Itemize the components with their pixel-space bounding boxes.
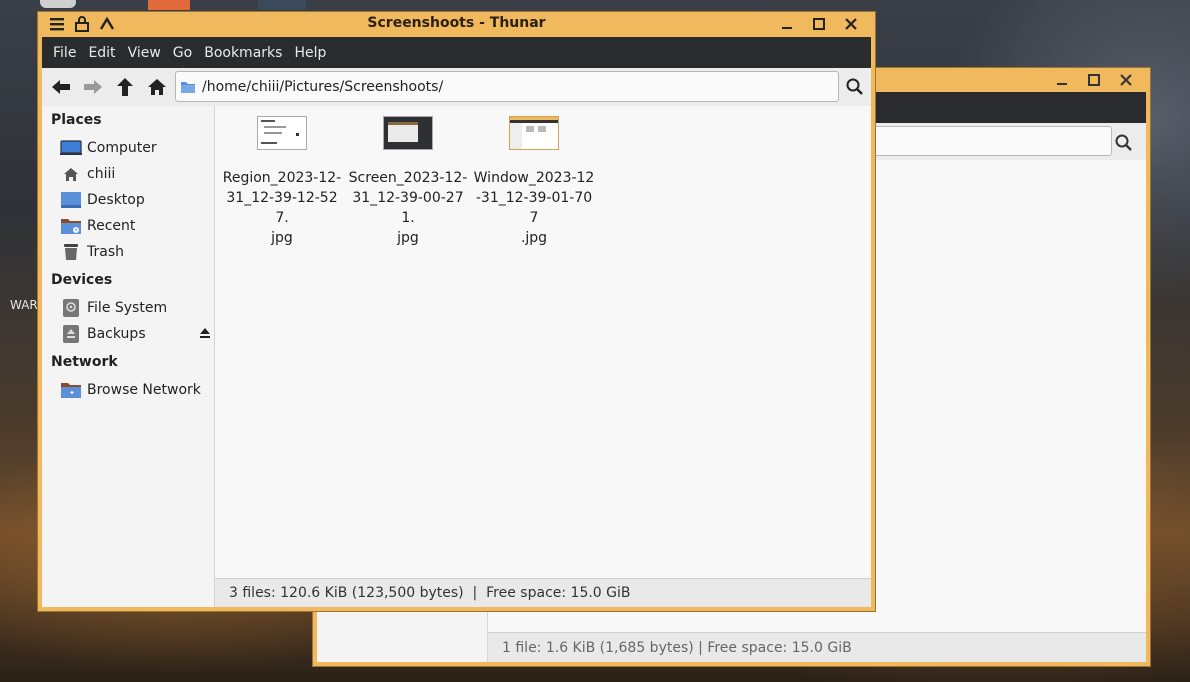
minimize-icon bbox=[782, 27, 792, 29]
menu-help[interactable]: Help bbox=[289, 45, 331, 61]
network-folder-icon bbox=[58, 382, 84, 399]
sidebar-item-browse-network[interactable]: Browse Network bbox=[42, 378, 214, 402]
minimize-button[interactable] bbox=[777, 15, 797, 33]
search-icon bbox=[1115, 134, 1132, 151]
menu-view[interactable]: View bbox=[123, 45, 166, 61]
home-icon bbox=[148, 79, 166, 95]
search-icon bbox=[846, 78, 863, 95]
menu-go[interactable]: Go bbox=[168, 45, 197, 61]
sidebar-item-desktop[interactable]: Desktop bbox=[42, 188, 214, 212]
back-button[interactable] bbox=[48, 74, 74, 100]
desktop-folder-icon bbox=[58, 192, 84, 208]
file-name: Screen_2023-12- 31_12-39-00-271. jpg bbox=[348, 170, 468, 246]
trash-icon bbox=[58, 243, 84, 261]
sidebar-item-home[interactable]: chiii bbox=[42, 162, 214, 186]
location-bar[interactable]: /home/chiii/Pictures/Screenshoots/ bbox=[175, 71, 839, 102]
forward-button[interactable] bbox=[80, 74, 106, 100]
file-item[interactable]: Window_2023-12 -31_12-39-01-707 .jpg bbox=[472, 116, 596, 248]
close-button[interactable] bbox=[1116, 71, 1136, 89]
sidebar-item-trash[interactable]: Trash bbox=[42, 240, 214, 264]
close-button[interactable] bbox=[841, 15, 861, 33]
minimize-button[interactable] bbox=[1052, 71, 1072, 89]
menu-bookmarks[interactable]: Bookmarks bbox=[199, 45, 287, 61]
file-name: Window_2023-12 -31_12-39-01-707 .jpg bbox=[473, 170, 595, 246]
removable-drive-icon bbox=[58, 325, 84, 343]
maximize-icon bbox=[813, 18, 825, 30]
file-item[interactable]: Region_2023-12- 31_12-39-12-527. jpg bbox=[220, 116, 344, 248]
location-path[interactable]: /home/chiii/Pictures/Screenshoots/ bbox=[202, 79, 443, 95]
sidebar-item-computer[interactable]: Computer bbox=[42, 136, 214, 160]
folder-icon bbox=[181, 81, 195, 93]
search-button[interactable] bbox=[1112, 131, 1136, 155]
status-bar: 1 file: 1.6 KiB (1,685 bytes) | Free spa… bbox=[488, 632, 1146, 662]
menu-file[interactable]: File bbox=[48, 45, 81, 61]
window-title: Screenshoots - Thunar bbox=[367, 15, 546, 31]
file-item[interactable]: Screen_2023-12- 31_12-39-00-271. jpg bbox=[346, 116, 470, 248]
image-thumbnail bbox=[257, 116, 307, 150]
toolbar: /home/chiii/Pictures/Screenshoots/ bbox=[42, 68, 871, 106]
arrow-left-icon bbox=[52, 80, 70, 94]
eject-icon[interactable] bbox=[199, 327, 211, 343]
devices-heading: Devices bbox=[51, 272, 113, 288]
titlebar[interactable]: Screenshoots - Thunar bbox=[38, 12, 875, 36]
sidebar: Places Computer chiii Desktop Recent Tra… bbox=[42, 106, 215, 607]
maximize-button[interactable] bbox=[1084, 71, 1104, 89]
arrow-up-icon bbox=[117, 78, 133, 96]
sidebar-item-file-system[interactable]: File System bbox=[42, 296, 214, 320]
desktop-icon-partial[interactable] bbox=[258, 0, 306, 10]
thunar-window[interactable]: Screenshoots - Thunar File Edit View Go … bbox=[37, 11, 876, 612]
desktop-icon-partial[interactable] bbox=[40, 0, 76, 8]
maximize-button[interactable] bbox=[809, 15, 829, 33]
file-name: Region_2023-12- 31_12-39-12-527. jpg bbox=[222, 170, 342, 246]
menu-edit[interactable]: Edit bbox=[83, 45, 120, 61]
menubar: File Edit View Go Bookmarks Help bbox=[42, 37, 871, 68]
sidebar-item-recent[interactable]: Recent bbox=[42, 214, 214, 238]
network-heading: Network bbox=[51, 354, 118, 370]
image-thumbnail bbox=[509, 116, 559, 150]
parent-folder-button[interactable] bbox=[112, 74, 138, 100]
places-heading: Places bbox=[51, 112, 102, 128]
search-button[interactable] bbox=[841, 73, 869, 101]
status-bar: 3 files: 120.6 KiB (123,500 bytes) | Fre… bbox=[215, 578, 871, 607]
file-view[interactable]: Region_2023-12- 31_12-39-12-527. jpg Scr… bbox=[215, 106, 871, 607]
drive-icon bbox=[58, 299, 84, 317]
desktop-icon-partial[interactable] bbox=[148, 0, 190, 10]
home-icon bbox=[58, 167, 84, 181]
recent-folder-icon bbox=[58, 218, 84, 235]
arrow-right-icon bbox=[84, 80, 102, 94]
home-button[interactable] bbox=[144, 74, 170, 100]
computer-icon bbox=[58, 140, 84, 156]
image-thumbnail bbox=[383, 116, 433, 150]
close-icon bbox=[845, 18, 857, 30]
sidebar-item-backups[interactable]: Backups bbox=[42, 322, 214, 346]
desktop-icon-label: WAR bbox=[10, 298, 38, 312]
